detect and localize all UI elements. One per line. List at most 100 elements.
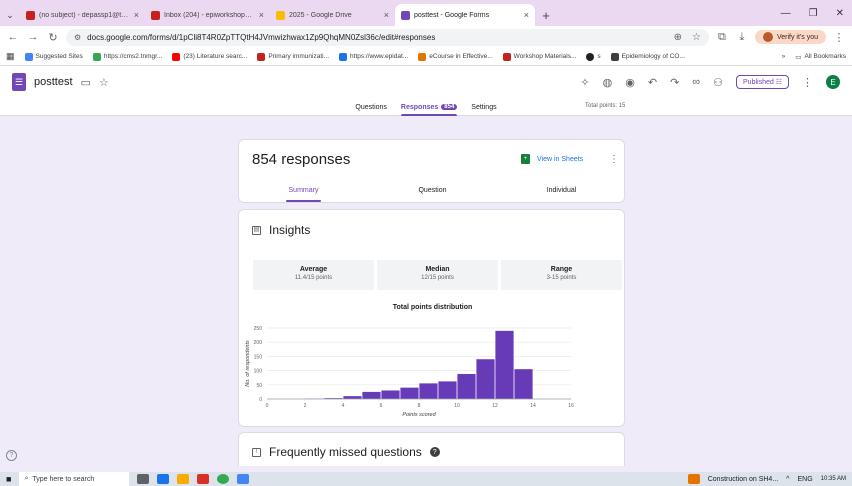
- bookmark-icon: [502, 52, 511, 61]
- more-icon[interactable]: ⋮: [802, 76, 813, 89]
- search-icon: ⌕: [24, 475, 29, 482]
- published-button[interactable]: Published ☷: [736, 75, 789, 89]
- maximize-icon[interactable]: ❐: [809, 8, 818, 19]
- browser-tab-active[interactable]: posttest - Google Forms ×: [395, 4, 535, 26]
- responses-title: 854 responses: [252, 151, 351, 168]
- windows-start-icon[interactable]: ■: [6, 474, 11, 484]
- back-icon[interactable]: ←: [6, 31, 20, 43]
- add-collaborator-icon[interactable]: ⚇: [713, 76, 723, 89]
- close-icon[interactable]: ×: [384, 10, 389, 20]
- avatar[interactable]: E: [826, 75, 840, 89]
- avatar: [762, 32, 773, 42]
- close-window-icon[interactable]: ✕: [836, 8, 844, 19]
- widgets-icon[interactable]: [157, 474, 170, 484]
- tab-individual[interactable]: Individual: [497, 184, 626, 204]
- star-icon[interactable]: ☆: [99, 76, 109, 89]
- tab-responses[interactable]: Responses 854: [400, 98, 458, 116]
- language-indicator[interactable]: ENG: [797, 476, 812, 483]
- more-bookmarks-button[interactable]: »: [782, 53, 786, 60]
- address-bar-row: ← → ↻ ⚙ docs.google.com/forms/d/1pCli8T4…: [0, 26, 852, 48]
- folder-icon: ▭: [795, 53, 802, 61]
- redo-icon[interactable]: ↷: [670, 76, 679, 89]
- bookmark-icon: [418, 52, 427, 61]
- view-in-sheets-button[interactable]: + View in Sheets: [521, 154, 583, 164]
- bookmark-item[interactable]: Suggested Sites: [24, 52, 83, 61]
- site-info-icon[interactable]: ⚙: [74, 33, 81, 42]
- bookmark-item[interactable]: (23) Literature searc...: [172, 52, 247, 61]
- y-axis-label: No. of respondents: [245, 340, 251, 387]
- file-explorer-icon[interactable]: [177, 474, 190, 484]
- app-icon[interactable]: [237, 474, 250, 484]
- chevron-up-icon[interactable]: ^: [786, 476, 789, 483]
- new-tab-button[interactable]: +: [535, 4, 557, 26]
- bookmark-item[interactable]: s: [586, 52, 601, 61]
- minimize-icon[interactable]: —: [781, 8, 791, 19]
- x-tick-label: 4: [342, 403, 345, 409]
- bookmark-icon: [92, 52, 101, 61]
- drive-icon: [276, 10, 285, 20]
- store-icon[interactable]: [197, 474, 210, 484]
- addon-icon[interactable]: ✧: [580, 76, 589, 89]
- download-icon[interactable]: ⤓: [735, 31, 749, 44]
- response-subtabs: Summary Question Individual: [239, 184, 626, 204]
- bookmark-item[interactable]: Epidemiology of CO...: [610, 52, 685, 61]
- bookmark-icon: [24, 52, 33, 61]
- folder-icon[interactable]: ▭: [81, 76, 91, 89]
- apps-icon[interactable]: ▦: [6, 51, 15, 62]
- extensions-icon[interactable]: ⧉: [715, 31, 729, 44]
- chart-title: Total points distribution: [392, 304, 473, 311]
- histogram-bar: [362, 391, 381, 399]
- stats-row: Average 11.4/15 points Median 12/15 poin…: [253, 260, 622, 290]
- browser-tab[interactable]: 2025 - Google Drive ×: [270, 4, 395, 26]
- zoom-icon[interactable]: ⊕: [674, 32, 682, 43]
- help-icon[interactable]: ?: [429, 447, 440, 457]
- clock[interactable]: 10:35 AM: [821, 476, 846, 483]
- form-title[interactable]: posttest: [34, 76, 73, 88]
- reload-icon[interactable]: ↻: [46, 31, 60, 44]
- undo-icon[interactable]: ↶: [648, 76, 657, 89]
- stat-average: Average 11.4/15 points: [253, 260, 374, 290]
- bookmark-item[interactable]: eCourse in Effective...: [418, 52, 493, 61]
- insights-title: Insights: [269, 223, 311, 237]
- all-bookmarks-button[interactable]: ▭ All Bookmarks: [795, 53, 846, 61]
- info-box-icon: !: [252, 447, 261, 457]
- menu-icon[interactable]: ⋮: [832, 31, 846, 44]
- browser-tab[interactable]: Inbox (204) - epiworkshop@tnmg ×: [145, 4, 270, 26]
- y-tick-label: 0: [259, 397, 262, 403]
- forward-icon[interactable]: →: [26, 31, 40, 43]
- tab-summary[interactable]: Summary: [239, 184, 368, 204]
- palette-icon[interactable]: ◍: [603, 76, 613, 89]
- link-icon[interactable]: ∞: [692, 76, 700, 88]
- tab-search-icon[interactable]: ⌄: [0, 4, 20, 26]
- notification-text[interactable]: Construction on SH4...: [708, 476, 778, 483]
- histogram-bar: [438, 381, 457, 399]
- bookmark-icon: [339, 52, 348, 61]
- bookmark-item[interactable]: Workshop Materials...: [502, 52, 576, 61]
- insights-card: ▤ Insights Average 11.4/15 points Median…: [238, 209, 625, 427]
- chrome-icon[interactable]: [217, 474, 230, 484]
- close-icon[interactable]: ×: [134, 10, 139, 20]
- bookmark-item[interactable]: https://www.epidat...: [339, 52, 408, 61]
- verify-button[interactable]: Verify it's you: [754, 30, 826, 44]
- address-bar[interactable]: ⚙ docs.google.com/forms/d/1pCli8T4R0ZpTT…: [66, 28, 709, 46]
- help-circle-icon[interactable]: ?: [6, 450, 17, 461]
- insights-icon: ▤: [252, 225, 261, 235]
- task-view-icon[interactable]: [137, 474, 150, 484]
- tab-title: 2025 - Google Drive: [289, 11, 352, 19]
- browser-tab[interactable]: (no subject) - depassp1@tnmgrmu ×: [20, 4, 145, 26]
- close-icon[interactable]: ×: [524, 10, 529, 20]
- weather-icon[interactable]: [687, 474, 700, 484]
- tab-question[interactable]: Question: [368, 184, 497, 204]
- taskbar-search-input[interactable]: ⌕ Type here to search: [19, 472, 130, 486]
- bookmark-item[interactable]: https://cms2.tnmgr...: [92, 52, 162, 61]
- histogram-bar: [514, 369, 533, 399]
- preview-icon[interactable]: ◉: [625, 76, 635, 89]
- more-options-icon[interactable]: ⋮: [609, 154, 619, 165]
- forms-logo-icon[interactable]: ☰: [12, 73, 26, 91]
- star-icon[interactable]: ☆: [692, 32, 701, 43]
- close-icon[interactable]: ×: [259, 10, 264, 20]
- tab-settings[interactable]: Settings: [471, 98, 496, 116]
- tab-questions[interactable]: Questions: [355, 98, 387, 116]
- x-tick-label: 6: [380, 403, 383, 409]
- bookmark-item[interactable]: Primary immunizati...: [257, 52, 329, 61]
